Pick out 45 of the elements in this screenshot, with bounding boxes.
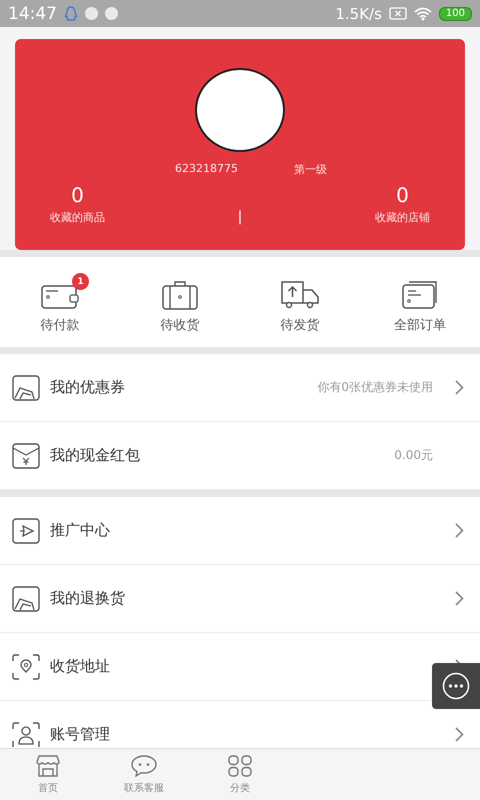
- wifi-icon: [414, 6, 432, 20]
- menu-label: 推广中心: [50, 521, 110, 540]
- menu-label: 收货地址: [50, 657, 110, 676]
- stat-divider: |: [238, 209, 242, 225]
- count-badge: 1: [72, 273, 89, 290]
- penguin-icon: [64, 6, 78, 22]
- truck-icon: [280, 280, 320, 310]
- envelope-icon: [12, 442, 40, 468]
- sim-icon: [388, 7, 407, 20]
- notification-dot-icon: [85, 7, 98, 20]
- member-level: 第一级: [294, 162, 327, 177]
- floating-menu[interactable]: [432, 663, 480, 709]
- user-icon: [12, 722, 40, 748]
- menu-label: 账号管理: [50, 725, 110, 744]
- menu-row[interactable]: 我的优惠券 你有0张优惠券未使用: [0, 354, 480, 422]
- more-icon: [442, 672, 470, 700]
- user-id: 623218775: [175, 162, 238, 177]
- menu-label: 我的现金红包: [50, 446, 140, 465]
- menu-row[interactable]: 我的退换货: [0, 565, 480, 633]
- location-pin-icon: [12, 654, 40, 680]
- notification-dot-icon: [105, 7, 118, 20]
- network-speed: 1.5K/s: [335, 4, 382, 22]
- coupon-icon: [12, 586, 40, 612]
- cards-icon: [401, 280, 439, 310]
- status-time: 14:47: [8, 4, 57, 24]
- menu-row[interactable]: 推广中心: [0, 497, 480, 565]
- stat-count[interactable]: 0: [71, 183, 84, 207]
- stat-count[interactable]: 0: [396, 183, 409, 207]
- order-status-item[interactable]: 待收货: [120, 270, 240, 338]
- battery-indicator: 100: [438, 6, 472, 20]
- menu-value: 你有0张优惠券未使用: [317, 379, 433, 396]
- chat-icon: [131, 754, 157, 776]
- coupon-icon: [12, 374, 40, 400]
- order-status-item[interactable]: 全部订单: [360, 270, 480, 338]
- grid-icon: [228, 754, 252, 776]
- stat-label[interactable]: 收藏的商品: [50, 210, 105, 225]
- order-status-item[interactable]: 1 待付款: [0, 270, 120, 338]
- menu-value: 0.00元: [394, 447, 433, 464]
- share-icon: [12, 518, 40, 544]
- stat-label[interactable]: 收藏的店铺: [375, 210, 430, 225]
- menu-label: 我的退换货: [50, 589, 125, 608]
- shop-icon: [36, 754, 60, 776]
- suitcase-icon: [162, 280, 198, 310]
- menu-label: 我的优惠券: [50, 378, 125, 397]
- order-status-item[interactable]: 待发货: [240, 270, 360, 338]
